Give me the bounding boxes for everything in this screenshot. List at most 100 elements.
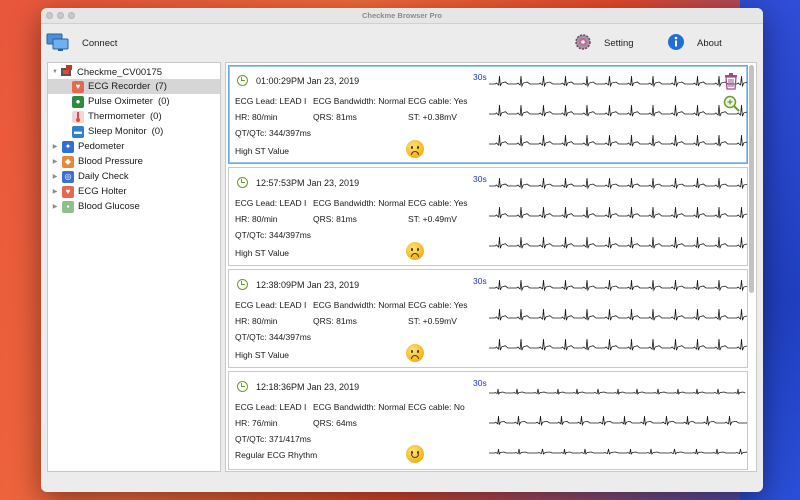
- ecg-lead: ECG Lead: LEAD I: [235, 198, 307, 208]
- about-label: About: [697, 37, 722, 49]
- close-window-button[interactable]: [46, 12, 53, 19]
- ecg-waveform: [489, 75, 747, 147]
- sidebar-item-daily-check[interactable]: ▶ ◎ Daily Check: [48, 169, 220, 184]
- ecg-lead: ECG Lead: LEAD I: [235, 300, 307, 310]
- record-card[interactable]: 12:57:53PM Jan 23, 2019 30s ECG Lead: LE…: [228, 167, 748, 266]
- record-duration: 30s: [473, 378, 487, 388]
- sidebar-item-blood-glucose[interactable]: ▶ ▪ Blood Glucose: [48, 199, 220, 214]
- st-value: ST: +0.49mV: [408, 214, 457, 224]
- chevron-right-icon[interactable]: ▶: [48, 173, 62, 180]
- qt-qtc: QT/QTc: 344/397ms: [235, 332, 312, 342]
- chevron-right-icon[interactable]: ▶: [48, 203, 62, 210]
- record-duration: 30s: [473, 174, 487, 184]
- records-list: 01:00:29PM Jan 23, 2019 30s ECG Lead: LE…: [225, 62, 757, 472]
- heart-rate: HR: 76/min: [235, 418, 278, 428]
- ecg-trace-line: [489, 448, 747, 455]
- sidebar-item-label: Sleep Monitor: [88, 126, 147, 137]
- sidebar-item-count: (0): [151, 126, 164, 137]
- record-result: High ST Value: [235, 248, 290, 258]
- zoom-in-icon[interactable]: [723, 95, 741, 115]
- ecg-trace-line: [489, 308, 747, 321]
- clock-icon: [237, 381, 248, 392]
- record-time: 12:18:36PM Jan 23, 2019: [256, 381, 360, 392]
- record-time-row: 12:38:09PM Jan 23, 2019: [237, 279, 359, 290]
- qrs-duration: QRS: 64ms: [313, 418, 357, 428]
- ecg-bandwidth: ECG Bandwidth: Normal: [313, 300, 406, 310]
- heart-rate: HR: 80/min: [235, 112, 278, 122]
- cuff-icon: ◆: [62, 155, 74, 168]
- gear-icon: [574, 33, 592, 54]
- sidebar-item-sleep-monitor[interactable]: ▬ Sleep Monitor (0): [48, 124, 220, 139]
- ecg-trace-line: [489, 104, 747, 117]
- ecg-bandwidth: ECG Bandwidth: Normal: [313, 402, 406, 412]
- sad-face-icon: [406, 140, 424, 158]
- qrs-duration: QRS: 81ms: [313, 214, 357, 224]
- minimize-window-button[interactable]: [57, 12, 64, 19]
- heart-icon: ♥: [62, 185, 74, 198]
- sidebar-item-ecg-holter[interactable]: ▶ ♥ ECG Holter: [48, 184, 220, 199]
- ecg-waveform: [489, 279, 747, 351]
- ecg-trace-line: [489, 338, 747, 351]
- chevron-down-icon[interactable]: ▼: [50, 69, 60, 75]
- record-time-row: 12:18:36PM Jan 23, 2019: [237, 381, 359, 392]
- ecg-waveform: [489, 177, 747, 249]
- qrs-duration: QRS: 81ms: [313, 112, 357, 122]
- record-time: 01:00:29PM Jan 23, 2019: [256, 75, 360, 86]
- st-value: ST: +0.38mV: [408, 112, 457, 122]
- sidebar-item-ecg-recorder[interactable]: ♥ ECG Recorder (7): [48, 79, 220, 94]
- ecg-trace-line: [489, 388, 746, 396]
- device-name: Checkme_CV00175: [77, 66, 163, 78]
- record-time-row: 12:57:53PM Jan 23, 2019: [237, 177, 359, 188]
- device-tree: ▼ Checkme_CV00175 ♥ ECG Recorder (7) ● P…: [47, 62, 221, 472]
- record-time-row: 01:00:29PM Jan 23, 2019: [237, 75, 359, 86]
- sidebar-item-blood-pressure[interactable]: ▶ ◆ Blood Pressure: [48, 154, 220, 169]
- ecg-cable: ECG cable: Yes: [408, 300, 468, 310]
- bed-icon: ▬: [72, 125, 84, 138]
- chevron-right-icon[interactable]: ▶: [48, 158, 62, 165]
- scrollbar-thumb[interactable]: [749, 65, 754, 293]
- monitor-icon: [46, 32, 70, 55]
- ecg-cable: ECG cable: Yes: [408, 96, 468, 106]
- about-button[interactable]: About: [667, 24, 722, 62]
- window-controls: [46, 12, 75, 19]
- sidebar-item-pedometer[interactable]: ▶ ✦ Pedometer: [48, 139, 220, 154]
- ecg-cable: ECG cable: No: [408, 402, 465, 412]
- glucose-icon: ▪: [62, 200, 74, 213]
- runner-icon: ✦: [62, 140, 74, 153]
- connect-button[interactable]: Connect: [46, 24, 117, 62]
- trash-icon[interactable]: [723, 72, 739, 92]
- record-result: High ST Value: [235, 350, 290, 360]
- window-title: Checkme Browser Pro: [361, 11, 443, 20]
- ecg-waveform: [489, 388, 747, 455]
- ecg-lead: ECG Lead: LEAD I: [235, 96, 307, 106]
- sidebar-item-thermometer[interactable]: Thermometer (0): [48, 109, 220, 124]
- sidebar-item-label: ECG Holter: [78, 186, 127, 197]
- record-card[interactable]: 12:18:36PM Jan 23, 2019 30s ECG Lead: LE…: [228, 371, 748, 470]
- qrs-duration: QRS: 81ms: [313, 316, 357, 326]
- ecg-trace-line: [489, 134, 747, 147]
- setting-button[interactable]: Setting: [574, 24, 634, 62]
- ecg-bandwidth: ECG Bandwidth: Normal: [313, 198, 406, 208]
- chevron-right-icon[interactable]: ▶: [48, 188, 62, 195]
- sidebar-item-count: (0): [150, 111, 162, 122]
- ecg-trace-line: [489, 206, 747, 219]
- record-card[interactable]: 12:38:09PM Jan 23, 2019 30s ECG Lead: LE…: [228, 269, 748, 368]
- heart-rate: HR: 80/min: [235, 214, 278, 224]
- record-time: 12:57:53PM Jan 23, 2019: [256, 177, 360, 188]
- record-duration: 30s: [473, 72, 487, 82]
- zoom-window-button[interactable]: [68, 12, 75, 19]
- record-card[interactable]: 01:00:29PM Jan 23, 2019 30s ECG Lead: LE…: [228, 65, 748, 164]
- qt-qtc: QT/QTc: 371/417ms: [235, 434, 312, 444]
- sidebar-item-count: (7): [155, 81, 167, 92]
- sidebar-item-label: Blood Pressure: [78, 156, 143, 167]
- records-scrollbar[interactable]: [748, 65, 755, 293]
- device-node[interactable]: ▼ Checkme_CV00175: [50, 64, 163, 80]
- sidebar-item-label: Blood Glucose: [78, 201, 140, 212]
- record-result: High ST Value: [235, 146, 290, 156]
- clock-icon: [237, 75, 248, 86]
- sidebar-item-count: (0): [157, 96, 170, 107]
- sidebar-item-pulse-oximeter[interactable]: ● Pulse Oximeter (0): [48, 94, 220, 109]
- chevron-right-icon[interactable]: ▶: [48, 143, 62, 150]
- sidebar-item-label: Thermometer: [88, 111, 146, 122]
- device-icon: [60, 64, 74, 80]
